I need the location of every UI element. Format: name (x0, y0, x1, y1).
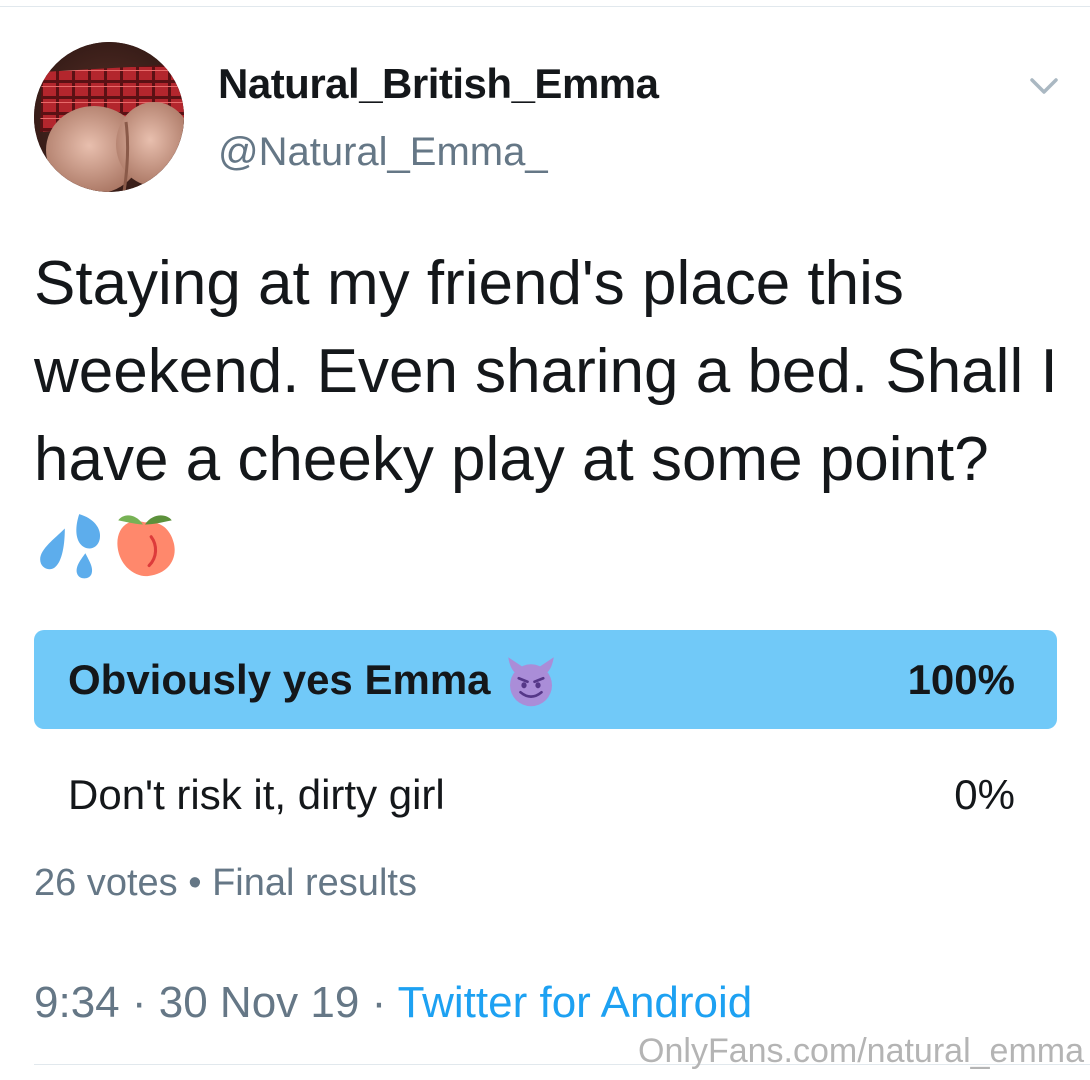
tweet-text: Staying at my friend's place this weeken… (34, 240, 1064, 592)
watermark: OnlyFans.com/natural_emma (638, 1032, 1084, 1070)
poll-option-label: Don't risk it, dirty girl (68, 771, 445, 818)
smiling-devil-icon (507, 657, 554, 707)
peach-icon (117, 515, 175, 576)
vote-count: 26 votes (34, 862, 178, 904)
chevron-down-icon[interactable] (1024, 66, 1064, 106)
poll-option-percent: 0% (954, 771, 1015, 818)
poll-status: Final results (212, 862, 417, 904)
top-divider (0, 6, 1090, 7)
poll-summary: 26 votes • Final results (34, 862, 417, 905)
poll-option-1: Obviously yes Emma 100% (34, 630, 1057, 729)
poll-separator: • (188, 862, 202, 904)
tweet-body: Staying at my friend's place this weeken… (34, 249, 1058, 494)
avatar[interactable] (34, 42, 184, 192)
sweat-droplets-icon (40, 513, 101, 579)
poll-option-2: Don't risk it, dirty girl 0% (34, 745, 1057, 844)
tweet-date[interactable]: 30 Nov 19 (159, 978, 360, 1027)
poll-option-percent: 100% (907, 656, 1015, 703)
tweet-time[interactable]: 9:34 (34, 978, 120, 1027)
poll-option-label: Obviously yes Emma (68, 630, 559, 729)
timestamp-separator: · (131, 978, 147, 1027)
timestamp-separator: · (371, 978, 387, 1027)
user-handle[interactable]: @Natural_Emma_ (218, 130, 548, 175)
poll-option-1-text: Obviously yes Emma (68, 656, 491, 703)
profile-photo (34, 42, 184, 192)
tweet-timestamp: 9:34 · 30 Nov 19 · Twitter for Android (34, 978, 752, 1028)
tweet-source-link[interactable]: Twitter for Android (398, 978, 753, 1027)
display-name[interactable]: Natural_British_Emma (218, 60, 659, 108)
